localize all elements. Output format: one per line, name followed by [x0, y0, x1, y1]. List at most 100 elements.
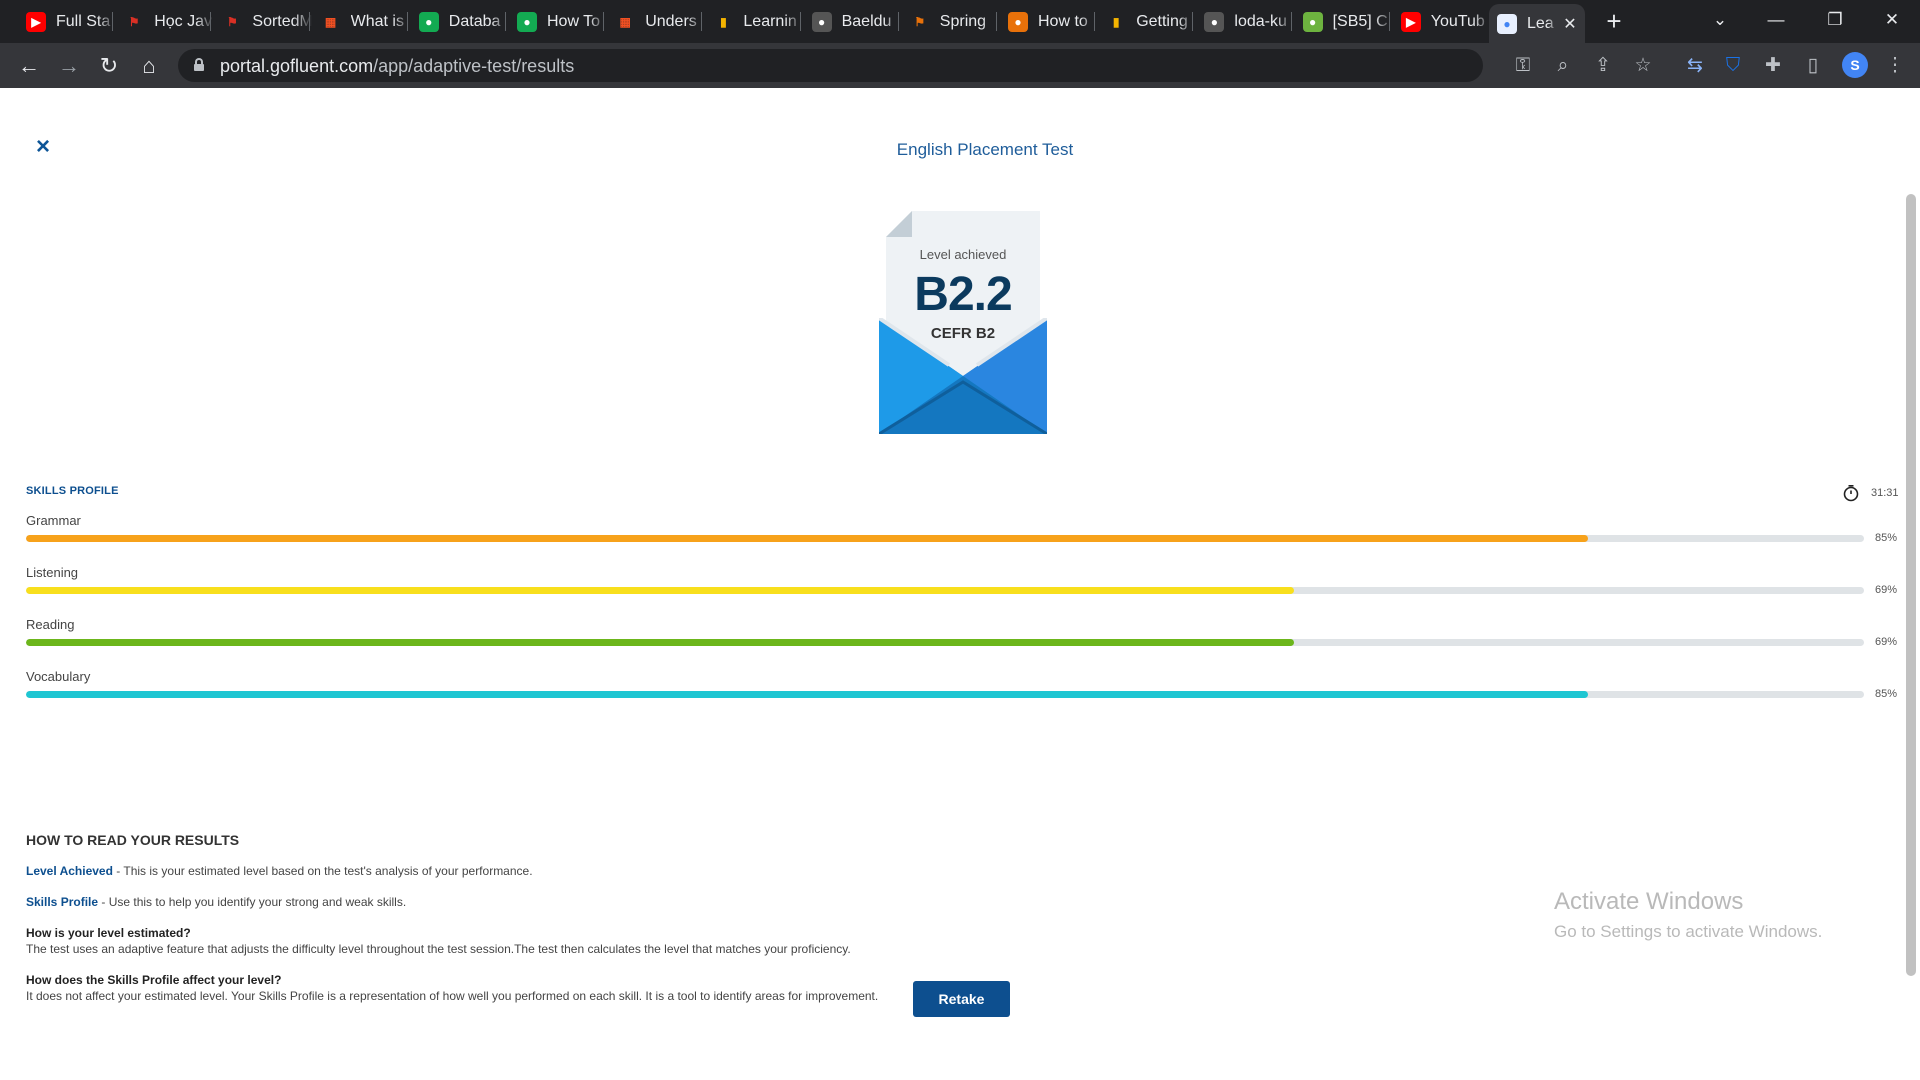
reload-button[interactable]: ↻	[94, 51, 124, 81]
skill-percent: 69%	[1875, 636, 1898, 648]
tab-label: Spring	[939, 12, 987, 30]
skill-progress-fill	[26, 535, 1589, 542]
skill-progress-track	[26, 639, 1864, 646]
level-label: Level achieved	[919, 247, 1007, 262]
bookmark-star-icon[interactable]: ☆	[1630, 53, 1656, 79]
tab-10[interactable]: ⚑ Spring	[902, 6, 1000, 37]
skill-name: Grammar	[26, 513, 81, 528]
translate-icon[interactable]: ⇆	[1682, 53, 1708, 79]
tab-separator	[210, 12, 212, 31]
tab-3[interactable]: ⚑ SortedM	[214, 6, 312, 37]
extensions-puzzle-icon[interactable]: ✚	[1760, 53, 1786, 79]
menu-kebab-icon[interactable]: ⋮	[1882, 53, 1908, 79]
tab-8[interactable]: ▮ Learnin	[705, 6, 803, 37]
skill-progress-track	[26, 535, 1864, 542]
profile-avatar[interactable]: S	[1842, 52, 1868, 78]
skill-progress-track	[26, 587, 1864, 594]
circle-icon: ●	[1008, 11, 1028, 32]
leaf-icon: ●	[418, 11, 439, 32]
minimize-button[interactable]: —	[1756, 4, 1796, 36]
forward-button[interactable]: →	[54, 51, 84, 81]
tab-11[interactable]: ● How to	[1000, 6, 1098, 37]
youtube-icon: ▶	[26, 11, 46, 32]
tab-active[interactable]: ● Lea ✕	[1489, 4, 1585, 43]
tab-label: How To	[547, 12, 601, 30]
gofluent-icon: ●	[1497, 13, 1517, 34]
tab-label: loda-ku	[1234, 12, 1287, 30]
bars-icon: ▮	[1112, 14, 1120, 29]
tab-15[interactable]: ▶ YouTub	[1393, 6, 1491, 37]
tab-label: Databa	[448, 12, 501, 30]
tab-9[interactable]: ● Baeldu	[804, 6, 902, 37]
spring-icon: ●	[1302, 11, 1323, 32]
tab-2[interactable]: ⚑ Học Jav	[116, 6, 214, 37]
tab-7[interactable]: ▦ Unders	[607, 6, 705, 37]
faq-question-1: How is your level estimated?	[26, 926, 191, 940]
stopwatch-icon	[1843, 484, 1859, 502]
zoom-icon[interactable]: ⌕	[1550, 53, 1576, 79]
bars-icon: ▮	[720, 14, 727, 29]
tab-search-icon[interactable]: ⌄	[1700, 4, 1740, 36]
tab-separator	[897, 12, 899, 31]
skill-progress-fill	[26, 691, 1589, 698]
tab-separator	[308, 12, 310, 31]
skill-row-listening: Listening 69%	[26, 565, 1898, 605]
skill-name: Vocabulary	[26, 669, 91, 684]
page-scrollbar[interactable]	[1906, 194, 1916, 976]
tab-separator	[1094, 12, 1096, 31]
lock-icon[interactable]	[194, 58, 204, 71]
address-bar[interactable]: portal.gofluent.com/app/adaptive-test/re…	[178, 49, 1483, 82]
timer-value: 31:31	[1871, 487, 1899, 499]
restore-button[interactable]: ❐	[1815, 4, 1855, 36]
new-tab-button[interactable]: +	[1600, 8, 1628, 36]
skills-profile-lead: Skills Profile	[26, 895, 99, 909]
tab-label: YouTub	[1430, 12, 1485, 30]
tab-4[interactable]: ▦ What is	[313, 6, 411, 37]
flag-icon: ⚑	[227, 14, 238, 29]
tab-label: Lea	[1527, 14, 1554, 32]
home-button[interactable]: ⌂	[134, 51, 164, 81]
tab-separator	[799, 12, 801, 31]
tab-1[interactable]: ▶ Full Sta	[18, 6, 116, 37]
shield-extension-icon[interactable]: ⛉	[1720, 53, 1746, 79]
tab-5[interactable]: ● Databa	[411, 6, 509, 37]
tab-14[interactable]: ● [SB5] C	[1295, 6, 1393, 37]
tab-separator	[603, 12, 605, 31]
tab-separator	[1290, 12, 1292, 31]
url-host: portal.gofluent.com	[220, 56, 374, 76]
browser-toolbar: ← → ↻ ⌂ portal.gofluent.com/app/adaptive…	[0, 43, 1920, 88]
close-window-button[interactable]: ✕	[1872, 4, 1912, 36]
key-icon[interactable]: ⚿	[1510, 53, 1536, 79]
retake-button[interactable]: Retake	[913, 981, 1010, 1017]
faq-answer-1: The test uses an adaptive feature that a…	[26, 942, 851, 956]
faq-question-2: How does the Skills Profile affect your …	[26, 973, 282, 987]
close-tab-icon[interactable]: ✕	[1563, 14, 1577, 34]
level-envelope: Level achieved B2.2 CEFR B2	[879, 211, 1047, 434]
share-icon[interactable]: ⇪	[1590, 53, 1616, 79]
flag-icon: ⚑	[128, 14, 140, 29]
tab-13[interactable]: ● loda-ku	[1196, 6, 1294, 37]
skill-name: Listening	[26, 565, 79, 580]
tab-label: SortedM	[252, 12, 313, 30]
skill-progress-fill	[26, 639, 1295, 646]
microsoft-icon: ▦	[324, 14, 337, 29]
browser-tab-strip: ▶ Full Sta ⚑ Học Jav ⚑ SortedM ▦ What is ● Databa…	[0, 0, 1920, 43]
skill-percent: 85%	[1875, 532, 1898, 544]
activate-windows-title: Activate Windows	[1554, 888, 1744, 915]
page-title: English Placement Test	[896, 140, 1074, 159]
skill-percent: 69%	[1875, 584, 1898, 596]
tab-separator	[701, 12, 703, 31]
side-panel-icon[interactable]: ▯	[1800, 53, 1826, 79]
skills-profile-text: - Use this to help you identify your str…	[98, 895, 407, 909]
skill-progress-fill	[26, 587, 1295, 594]
github-icon: ●	[1204, 11, 1225, 32]
tab-separator	[112, 12, 114, 31]
back-button[interactable]: ←	[14, 51, 44, 81]
faq-answer-2: It does not affect your estimated level.…	[26, 989, 879, 1003]
tab-label: [SB5] C	[1332, 12, 1388, 30]
skills-profile-info: Skills Profile - Use this to help you id…	[26, 895, 406, 909]
tab-label: Baeldu	[841, 12, 892, 30]
tab-12[interactable]: ▮ Getting	[1098, 6, 1196, 37]
tab-6[interactable]: ● How To	[509, 6, 607, 37]
skill-row-reading: Reading 69%	[26, 617, 1898, 657]
